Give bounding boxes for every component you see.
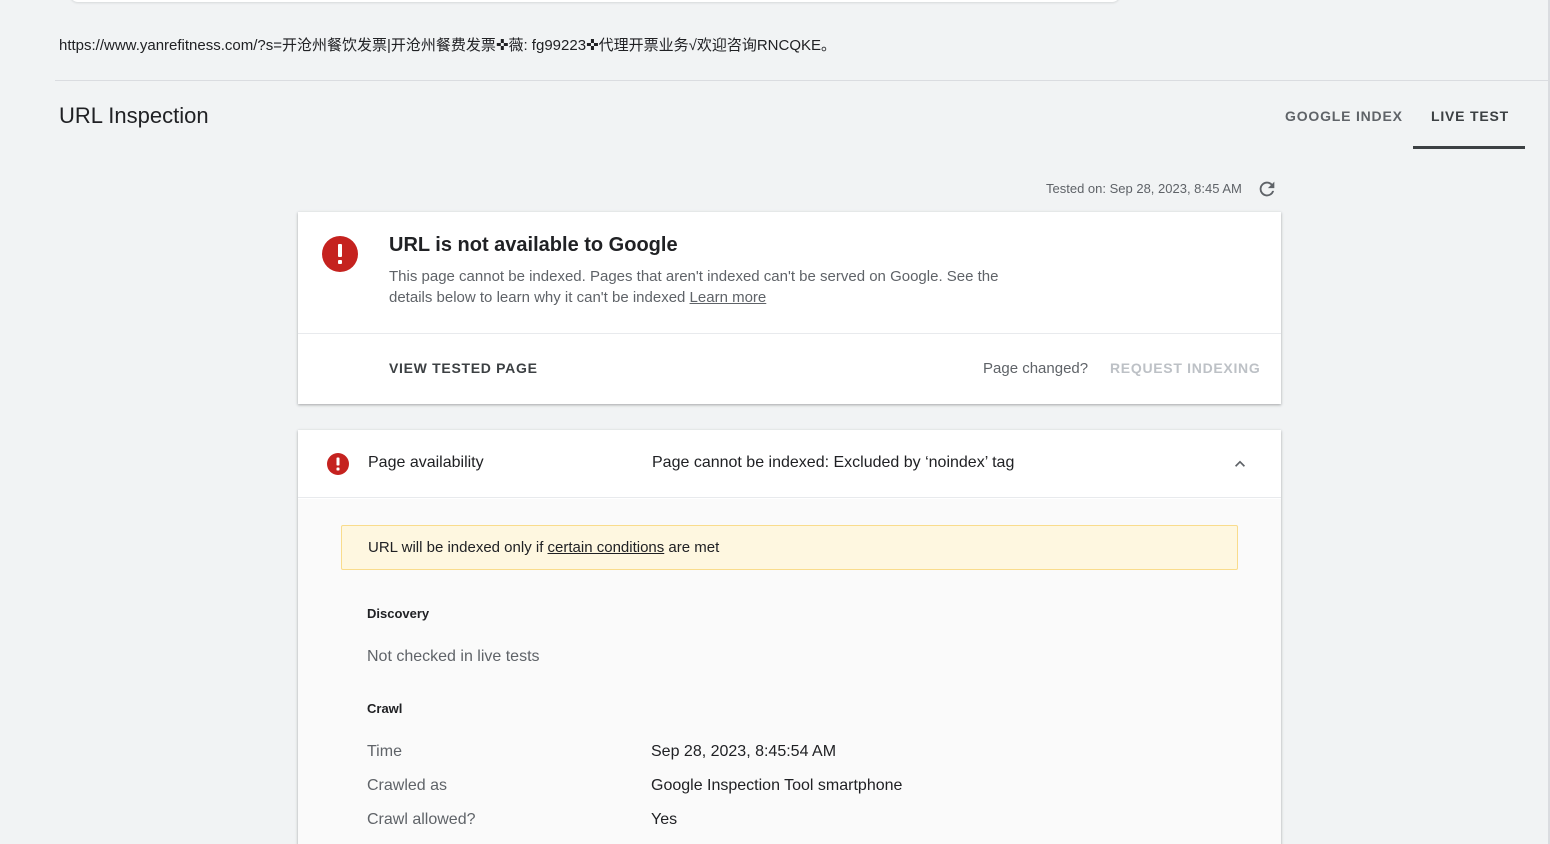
page-availability-details: URL will be indexed only if certain cond… bbox=[298, 499, 1281, 844]
status-title: URL is not available to Google bbox=[389, 234, 678, 256]
view-tested-page-button[interactable]: VIEW TESTED PAGE bbox=[389, 360, 538, 376]
page-availability-card: Page availability Page cannot be indexed… bbox=[298, 430, 1281, 844]
error-icon bbox=[327, 453, 349, 475]
discovery-heading: Discovery bbox=[367, 606, 430, 621]
indexing-conditions-banner: URL will be indexed only if certain cond… bbox=[341, 525, 1238, 570]
discovery-text: Not checked in live tests bbox=[367, 648, 540, 665]
certain-conditions-link[interactable]: certain conditions bbox=[548, 539, 665, 556]
card-divider bbox=[298, 333, 1281, 334]
page-title: URL Inspection bbox=[59, 103, 209, 128]
banner-text: URL will be indexed only if certain cond… bbox=[368, 539, 719, 556]
learn-more-link[interactable]: Learn more bbox=[690, 289, 767, 306]
tested-on-timestamp: Tested on: Sep 28, 2023, 8:45 AM bbox=[1046, 181, 1242, 196]
crawl-time-label: Time bbox=[367, 743, 402, 760]
crawled-as-value: Google Inspection Tool smartphone bbox=[651, 777, 903, 794]
request-indexing-button[interactable]: REQUEST INDEXING bbox=[1110, 360, 1260, 376]
page-availability-value: Page cannot be indexed: Excluded by ‘noi… bbox=[652, 454, 1015, 471]
tab-live-test[interactable]: LIVE TEST bbox=[1431, 108, 1509, 124]
crawl-heading: Crawl bbox=[367, 701, 403, 716]
status-card: URL is not available to Google This page… bbox=[298, 212, 1281, 404]
error-icon bbox=[322, 236, 358, 272]
search-bar-edge[interactable] bbox=[70, 0, 1120, 2]
inspected-url: https://www.yanrefitness.com/?s=开沧州餐饮发票|… bbox=[59, 37, 837, 54]
header-divider bbox=[55, 80, 1550, 81]
crawl-allowed-value: Yes bbox=[651, 811, 678, 828]
refresh-icon[interactable] bbox=[1256, 178, 1278, 200]
tab-google-index[interactable]: GOOGLE INDEX bbox=[1285, 108, 1403, 124]
banner-prefix: URL will be indexed only if bbox=[368, 539, 548, 556]
active-tab-indicator bbox=[1413, 146, 1525, 149]
crawled-as-label: Crawled as bbox=[367, 777, 448, 794]
page-availability-label: Page availability bbox=[368, 454, 484, 471]
chevron-up-icon[interactable] bbox=[1230, 454, 1250, 474]
banner-suffix: are met bbox=[664, 539, 720, 556]
status-description: This page cannot be indexed. Pages that … bbox=[389, 266, 1029, 308]
page-changed-label: Page changed? bbox=[983, 360, 1089, 377]
page-availability-header[interactable]: Page availability Page cannot be indexed… bbox=[298, 430, 1281, 498]
crawl-allowed-label: Crawl allowed? bbox=[367, 811, 476, 828]
url-inspection-page: https://www.yanrefitness.com/?s=开沧州餐饮发票|… bbox=[0, 0, 1550, 844]
crawl-time-value: Sep 28, 2023, 8:45:54 AM bbox=[651, 743, 837, 760]
